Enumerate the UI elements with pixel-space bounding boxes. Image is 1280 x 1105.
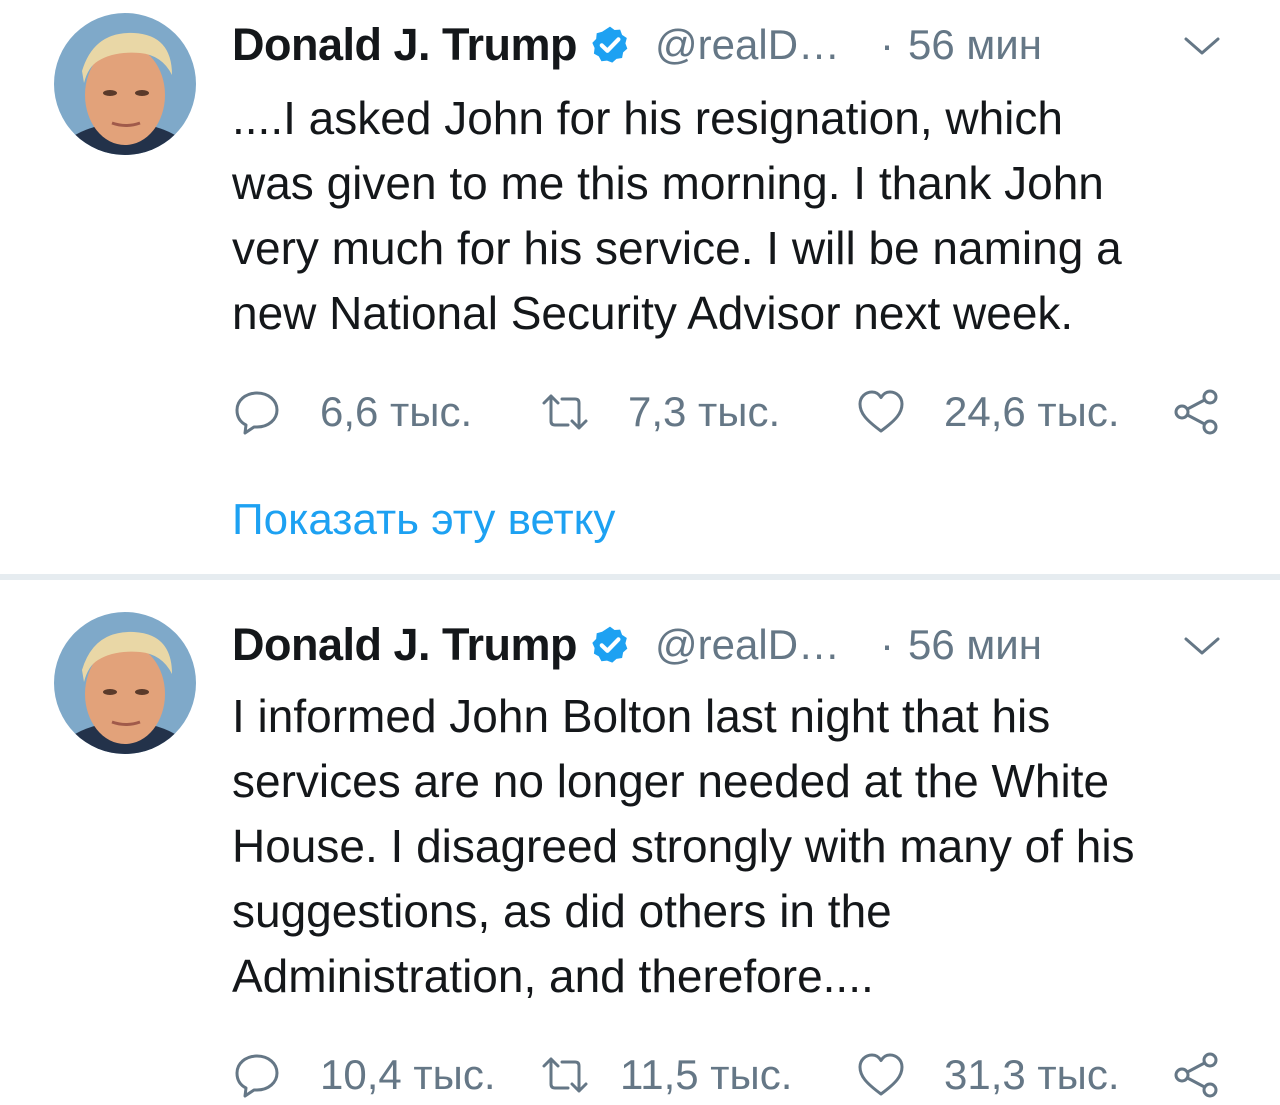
separator-dot: ·: [880, 621, 895, 668]
retweet-icon: [542, 394, 588, 430]
tweet-text-line: was given to me this morning. I thank Jo…: [232, 157, 1104, 209]
share-icon: [1174, 1052, 1218, 1098]
tweet[interactable]: Donald J. Trump @realD… · 56 мин I infor…: [0, 582, 1280, 1105]
chevron-down-icon[interactable]: [1180, 625, 1224, 669]
reply-button[interactable]: 10,4 тыс.: [232, 1045, 496, 1105]
tweet-text-line: I informed John Bolton last night that h…: [232, 690, 1051, 742]
tweet-divider: [0, 574, 1280, 580]
handle[interactable]: @realD…: [655, 621, 840, 669]
reply-icon: [235, 391, 279, 435]
tweet-text-line: new National Security Advisor next week.: [232, 287, 1074, 339]
share-button[interactable]: [1170, 382, 1222, 442]
tweet-text-line: suggestions, as did others in the: [232, 885, 892, 937]
tweet-text: ....I asked John for his resignation, wh…: [232, 86, 1232, 346]
show-thread-link[interactable]: Показать эту ветку: [232, 495, 615, 545]
reply-button[interactable]: 6,6 тыс.: [232, 382, 472, 442]
like-count: 31,3 тыс.: [944, 1051, 1120, 1098]
chevron-down-icon[interactable]: [1180, 25, 1224, 69]
tweet-text-line: ....I asked John for his resignation, wh…: [232, 92, 1063, 144]
like-count: 24,6 тыс.: [944, 388, 1120, 435]
tweet-text: I informed John Bolton last night that h…: [232, 684, 1232, 1009]
display-name[interactable]: Donald J. Trump: [232, 619, 578, 671]
verified-badge-icon: [589, 24, 631, 66]
tweet-actions: 10,4 тыс. 11,5 тыс. 31,3 тыс.: [232, 1045, 1232, 1105]
like-button[interactable]: 31,3 тыс.: [856, 1045, 1120, 1105]
tweet-text-line: Administration, and therefore....: [232, 950, 874, 1002]
handle[interactable]: @realD…: [655, 21, 840, 69]
retweet-button[interactable]: 11,5 тыс.: [540, 1045, 792, 1105]
retweet-button[interactable]: 7,3 тыс.: [540, 382, 780, 442]
tweet-text-line: very much for his service. I will be nam…: [232, 222, 1122, 274]
tweet-text-line: services are no longer needed at the Whi…: [232, 755, 1110, 807]
avatar[interactable]: [54, 612, 196, 754]
tweet-actions: 6,6 тыс. 7,3 тыс. 24,6 тыс.: [232, 382, 1232, 442]
retweet-icon: [542, 1057, 588, 1093]
avatar[interactable]: [54, 13, 196, 155]
like-button[interactable]: 24,6 тыс.: [856, 382, 1120, 442]
tweet-text-line: House. I disagreed strongly with many of…: [232, 820, 1135, 872]
tweet-header: Donald J. Trump @realD… · 56 мин: [232, 15, 1042, 75]
separator-dot: ·: [880, 21, 895, 68]
reply-count: 10,4 тыс.: [320, 1051, 496, 1098]
heart-icon: [858, 1053, 904, 1096]
share-icon: [1174, 389, 1218, 435]
verified-badge-icon: [589, 624, 631, 666]
heart-icon: [858, 390, 904, 433]
timestamp[interactable]: 56 мин: [908, 621, 1042, 669]
reply-count: 6,6 тыс.: [320, 388, 473, 435]
reply-icon: [235, 1054, 279, 1098]
share-button[interactable]: [1170, 1045, 1222, 1105]
tweet[interactable]: Donald J. Trump @realD… · 56 мин ....I a…: [0, 0, 1280, 578]
retweet-count: 11,5 тыс.: [620, 1051, 793, 1098]
tweet-header: Donald J. Trump @realD… · 56 мин: [232, 615, 1042, 675]
retweet-count: 7,3 тыс.: [628, 388, 781, 435]
display-name[interactable]: Donald J. Trump: [232, 19, 578, 71]
timestamp[interactable]: 56 мин: [908, 21, 1042, 69]
